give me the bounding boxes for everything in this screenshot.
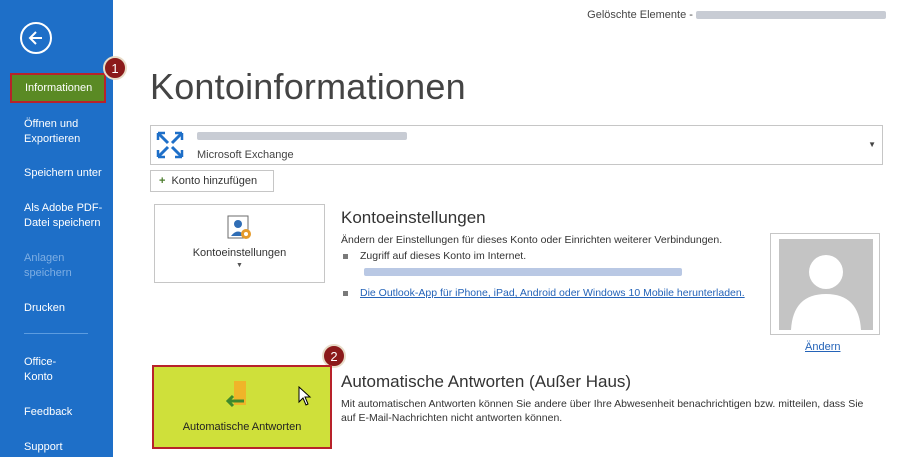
nav-feedback[interactable]: Feedback <box>0 405 113 420</box>
plus-icon: + <box>159 175 166 187</box>
outlook-app-bullet: Die Outlook-App für iPhone, iPad, Androi… <box>343 287 745 299</box>
add-account-button[interactable]: + Konto hinzufügen <box>150 170 274 192</box>
nav-divider <box>24 333 88 334</box>
arrow-left-icon <box>28 31 42 45</box>
folder-label: Gelöschte Elemente - <box>587 9 693 21</box>
nav-support[interactable]: Support <box>0 440 113 455</box>
dropdown-arrow-icon: ▼ <box>868 140 876 149</box>
account-type: Microsoft Exchange <box>197 149 294 161</box>
nav-drucken[interactable]: Drucken <box>0 301 113 316</box>
web-access-text: Zugriff auf dieses Konto im Internet. <box>360 250 527 262</box>
window-title: Gelöschte Elemente - <box>587 9 886 21</box>
nav-office-konto[interactable]: Office- Konto <box>0 355 113 385</box>
bullet-icon <box>343 253 348 259</box>
nav-informationen[interactable]: Informationen <box>10 73 106 103</box>
nav-oeffnen-exportieren[interactable]: Öffnen und Exportieren <box>0 117 113 147</box>
caret-down-icon: ▼ <box>236 262 243 269</box>
bullet-icon <box>343 290 348 296</box>
account-selector[interactable]: Microsoft Exchange ▼ <box>150 125 883 165</box>
automatic-replies-heading: Automatische Antworten (Außer Haus) <box>341 372 632 391</box>
automatic-replies-tile-label: Automatische Antworten <box>182 421 302 433</box>
change-photo-link[interactable]: Ändern <box>805 341 840 353</box>
exchange-icon <box>156 131 184 159</box>
redacted-web-link[interactable] <box>364 268 682 276</box>
profile-photo <box>770 233 880 335</box>
outlook-app-link[interactable]: Die Outlook-App für iPhone, iPad, Androi… <box>360 287 745 299</box>
person-silhouette-icon <box>791 255 861 330</box>
nav-informationen-label: Informationen <box>25 81 93 94</box>
avatar <box>779 239 873 330</box>
redacted-email <box>696 11 886 20</box>
account-settings-description: Ändern der Einstellungen für dieses Kont… <box>341 234 723 246</box>
add-account-label: Konto hinzufügen <box>171 175 258 187</box>
account-settings-heading: Kontoeinstellungen <box>341 208 486 227</box>
nav-anlagen-speichern: Anlagen speichern <box>24 252 72 279</box>
mouse-cursor-icon <box>298 386 312 406</box>
account-settings-tile-label: Kontoeinstellungen <box>192 247 287 259</box>
nav-adobe-pdf[interactable]: Als Adobe PDF- Datei speichern <box>0 201 113 231</box>
automatic-replies-button[interactable]: Automatische Antworten <box>152 365 332 449</box>
page-title: Kontoinformationen <box>150 66 466 107</box>
backstage-sidebar: Informationen Öffnen und Exportieren Spe… <box>0 0 113 457</box>
account-settings-button[interactable]: Kontoeinstellungen ▼ <box>154 204 325 283</box>
redacted-account-address <box>197 132 407 140</box>
back-button[interactable] <box>20 22 52 54</box>
step-badge-1: 1 <box>103 56 127 80</box>
web-access-bullet: Zugriff auf dieses Konto im Internet. <box>343 250 526 262</box>
automatic-replies-description: Mit automatischen Antworten können Sie a… <box>341 398 864 424</box>
out-of-office-icon <box>225 381 246 408</box>
nav-speichern-unter[interactable]: Speichern unter <box>0 166 113 181</box>
account-settings-icon <box>227 215 251 239</box>
